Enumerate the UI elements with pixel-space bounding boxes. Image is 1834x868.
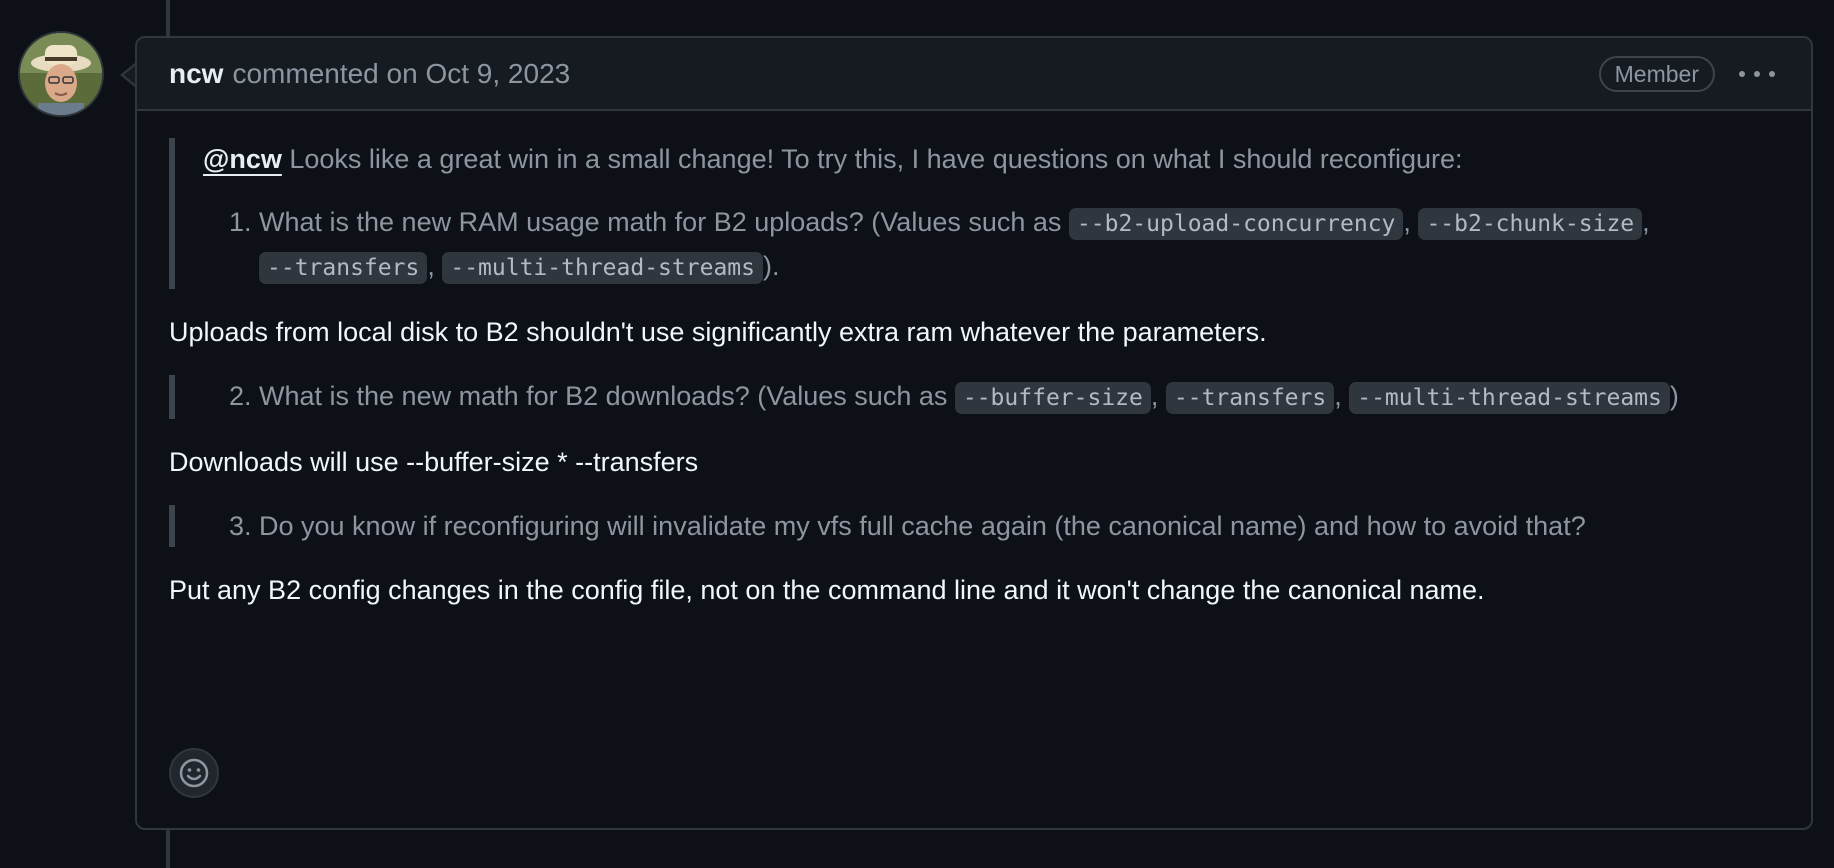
smiley-icon	[179, 758, 209, 788]
answer-paragraph-2: Downloads will use --buffer-size * --tra…	[169, 447, 699, 477]
answer-paragraph-3: Put any B2 config changes in the config …	[169, 575, 1485, 605]
blockquote-2: What is the new math for B2 downloads? (…	[169, 375, 1781, 419]
list-item: Do you know if reconfiguring will invali…	[259, 505, 1781, 547]
kebab-horizontal-icon[interactable]	[1739, 62, 1775, 86]
separator: ,	[1334, 381, 1350, 411]
comment-box: ncw commented on Oct 9, 2023 Member @ncw…	[135, 36, 1813, 830]
user-mention-link[interactable]: @ncw	[203, 144, 282, 174]
list-item: What is the new math for B2 downloads? (…	[259, 375, 1781, 419]
inline-code: --multi-thread-streams	[442, 252, 763, 284]
list-item-text: What is the new RAM usage math for B2 up…	[259, 207, 1069, 237]
list-item-text: What is the new math for B2 downloads? (…	[259, 381, 955, 411]
inline-code: --transfers	[1165, 382, 1335, 414]
list-item: What is the new RAM usage math for B2 up…	[259, 201, 1781, 289]
kebab-dot	[1739, 71, 1745, 77]
member-badge: Member	[1598, 56, 1715, 92]
quote-intro-text: Looks like a great win in a small change…	[281, 144, 1463, 174]
inline-code: --buffer-size	[954, 382, 1151, 414]
avatar[interactable]	[20, 33, 102, 115]
comment-body: @ncw Looks like a great win in a small c…	[137, 138, 1811, 611]
kebab-dot	[1769, 71, 1775, 77]
inline-code: --b2-upload-concurrency	[1068, 208, 1404, 240]
inline-code: --b2-chunk-size	[1418, 208, 1643, 240]
add-reaction-button[interactable]	[169, 748, 219, 798]
quote-list-2: What is the new math for B2 downloads? (…	[203, 375, 1781, 419]
list-item-text: )	[1669, 381, 1679, 411]
quote-list-1: What is the new RAM usage math for B2 up…	[203, 201, 1781, 289]
comment-header: ncw commented on Oct 9, 2023 Member	[137, 38, 1811, 111]
list-item-text: Do you know if reconfiguring will invali…	[259, 511, 1586, 541]
blockquote-1: @ncw Looks like a great win in a small c…	[169, 138, 1781, 289]
separator: ,	[427, 251, 443, 281]
separator: ,	[1642, 207, 1650, 237]
comment-timestamp[interactable]: commented on Oct 9, 2023	[232, 58, 570, 90]
inline-code: --transfers	[259, 252, 428, 284]
quote-intro: @ncw Looks like a great win in a small c…	[203, 138, 1781, 180]
inline-code: --multi-thread-streams	[1349, 382, 1670, 414]
quote-list-3: Do you know if reconfiguring will invali…	[203, 505, 1781, 547]
comment-author[interactable]: ncw	[169, 58, 223, 90]
separator: ,	[1403, 207, 1419, 237]
separator: ,	[1150, 381, 1166, 411]
list-item-text: ).	[762, 251, 780, 281]
answer-paragraph-1: Uploads from local disk to B2 shouldn't …	[169, 317, 1267, 347]
kebab-dot	[1754, 71, 1760, 77]
blockquote-3: Do you know if reconfiguring will invali…	[169, 505, 1781, 547]
